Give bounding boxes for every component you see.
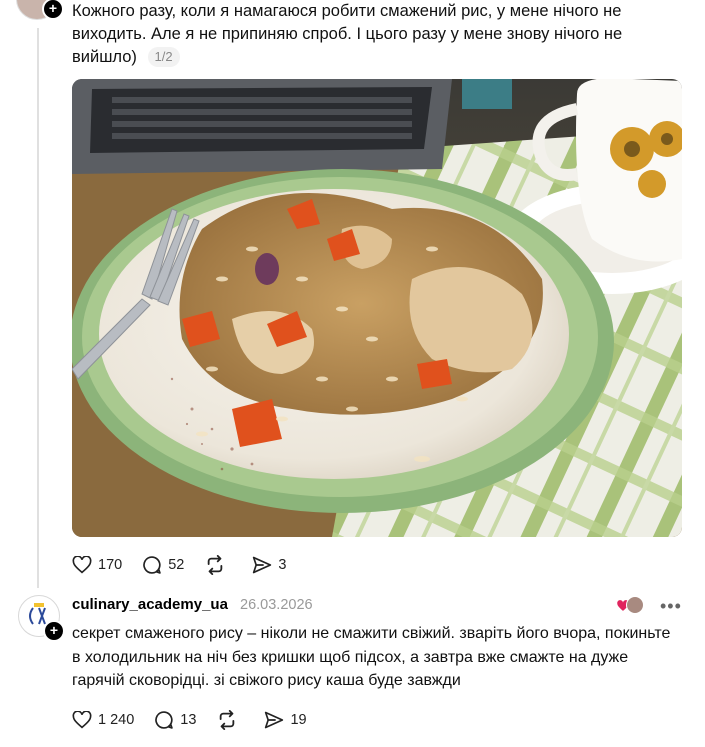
author-mini-avatar bbox=[626, 596, 644, 614]
reply-text: секрет смаженого рису – ніколи не смажит… bbox=[72, 625, 671, 689]
like-count: 1 240 bbox=[98, 712, 135, 728]
comment-button[interactable]: 52 bbox=[142, 555, 184, 575]
like-button[interactable]: 170 bbox=[72, 556, 122, 574]
share-icon bbox=[265, 711, 284, 729]
comment-button[interactable]: 13 bbox=[154, 710, 196, 730]
reply-username[interactable]: culinary_academy_ua bbox=[72, 596, 228, 613]
repost-button[interactable] bbox=[204, 555, 232, 575]
comment-count: 13 bbox=[180, 712, 197, 728]
post-counter: 1/2 bbox=[147, 47, 180, 67]
follow-plus-icon[interactable]: + bbox=[43, 620, 65, 642]
like-button[interactable]: 1 240 bbox=[72, 711, 134, 729]
reply-actions: 1 240 13 19 bbox=[72, 710, 327, 730]
like-count: 170 bbox=[98, 557, 123, 573]
share-button[interactable]: 3 bbox=[252, 555, 286, 575]
post-actions: 170 52 3 bbox=[72, 555, 306, 575]
thread-line bbox=[37, 28, 39, 588]
post-text: Кожного разу, коли я намагаюся робити см… bbox=[72, 0, 682, 69]
comment-icon bbox=[155, 711, 174, 729]
more-options-icon[interactable]: ••• bbox=[660, 596, 682, 617]
repost-icon bbox=[220, 710, 235, 730]
share-count: 3 bbox=[278, 557, 287, 573]
heart-icon bbox=[72, 556, 92, 574]
share-count: 19 bbox=[290, 712, 307, 728]
heart-icon bbox=[72, 711, 92, 729]
follow-plus-icon[interactable]: + bbox=[42, 0, 64, 20]
reply-date: 26.03.2026 bbox=[240, 597, 313, 613]
share-button[interactable]: 19 bbox=[264, 710, 307, 730]
share-icon bbox=[253, 556, 272, 574]
comment-icon bbox=[143, 556, 161, 574]
post-photo[interactable] bbox=[72, 79, 682, 537]
comment-count: 52 bbox=[168, 557, 185, 573]
repost-icon bbox=[208, 555, 223, 575]
repost-button[interactable] bbox=[216, 710, 244, 730]
